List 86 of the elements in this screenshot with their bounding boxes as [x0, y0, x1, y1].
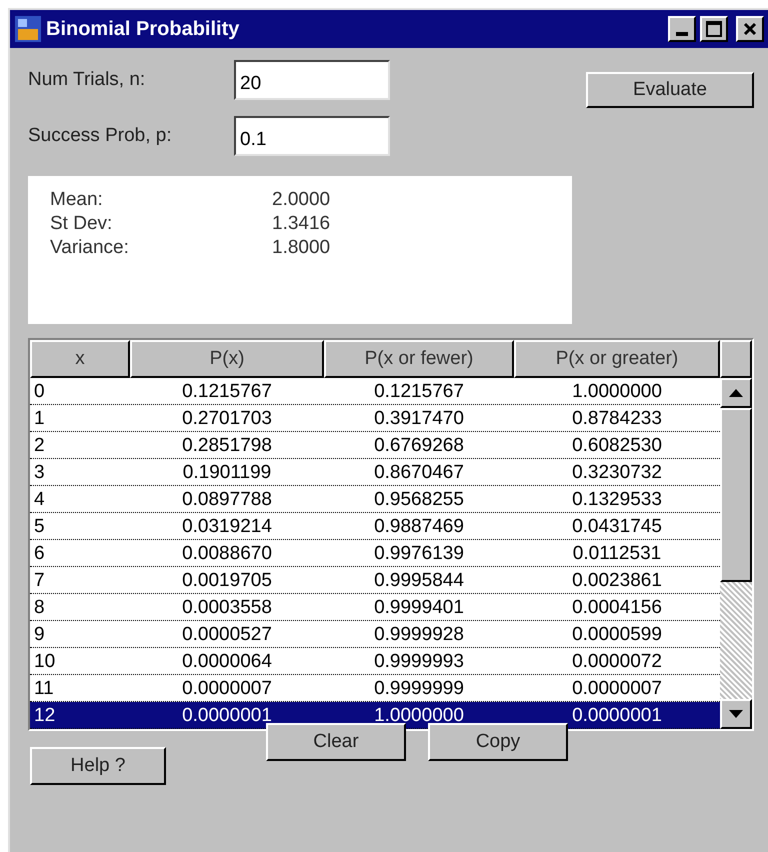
- table-row[interactable]: 12 0.0000001 1.0000000 0.0000001: [30, 702, 720, 729]
- table-cell-text: 0.0000007: [571, 678, 663, 698]
- table-cell-text: 0.8784233: [571, 408, 663, 428]
- app-icon: [14, 15, 42, 43]
- table-cell-text: 0.1901199: [182, 462, 272, 482]
- minimize-button[interactable]: [668, 16, 696, 42]
- minimize-icon: [676, 32, 688, 36]
- table-cell-text: 0.1215767: [373, 382, 465, 400]
- column-header[interactable]: P(x): [130, 340, 324, 378]
- scrollbar[interactable]: [720, 378, 752, 729]
- window-title: Binomial Probability: [46, 17, 240, 42]
- maximize-button[interactable]: [700, 16, 728, 42]
- column-header[interactable]: x: [30, 340, 130, 378]
- table-cell-text: 6: [33, 544, 46, 562]
- table-cell-text: 0.0000001: [571, 706, 663, 724]
- table-cell-text: 0.0000599: [571, 624, 663, 644]
- column-header[interactable]: P(x or greater): [514, 340, 720, 378]
- table-cell-text: 5: [33, 516, 46, 536]
- table-cell-text: 3: [33, 462, 46, 482]
- table-cell-text: 9: [33, 624, 46, 644]
- column-header[interactable]: P(x or fewer): [324, 340, 514, 378]
- up-arrow-icon: [729, 389, 743, 397]
- table-cell-text: 8: [33, 598, 46, 616]
- close-icon: [743, 22, 757, 36]
- stat-label: St Dev:: [50, 212, 114, 236]
- table-cell-text: 0.0897788: [181, 490, 273, 508]
- field-label: Num Trials, n:: [28, 68, 146, 92]
- table-cell-text: 0.8670467: [373, 462, 465, 482]
- table-cell-text: 0.6082530: [571, 436, 663, 454]
- table-cell-text: 0.0023861: [571, 570, 663, 590]
- table-cell-text: 0.0000007: [181, 678, 273, 698]
- table-cell-text: 0.6769268: [373, 436, 465, 454]
- table-cell-text: 0.0000527: [181, 624, 273, 644]
- stat-value: 1.3416: [272, 212, 330, 236]
- evaluate-button[interactable]: Evaluate: [586, 72, 754, 108]
- scroll-up-button[interactable]: [720, 378, 752, 408]
- table-cell-text: 0.0112531: [572, 544, 662, 562]
- table-cell-text: 0.9999999: [373, 678, 465, 698]
- table-cell-text: 0.9887469: [373, 516, 465, 536]
- table-cell-text: 7: [33, 570, 46, 590]
- table-cell-text: 0.9999928: [373, 624, 465, 644]
- stat-value: 2.0000: [272, 188, 330, 212]
- stat-label: Variance:: [50, 236, 130, 260]
- table-cell-text: 1.0000000: [373, 706, 465, 724]
- table-cell-text: 0.0000001: [181, 706, 273, 724]
- table-cell-text: 12: [33, 706, 56, 724]
- table-cell-text: 0.0431745: [571, 516, 663, 536]
- field-label: Success Prob, p:: [28, 124, 173, 148]
- table-cell-text: 0.0019705: [181, 570, 273, 590]
- table-cell-text: 10: [33, 652, 56, 670]
- close-button[interactable]: [736, 16, 764, 42]
- table-cell-text: 0.0003558: [181, 598, 273, 616]
- table-cell-text: 0.9568255: [373, 490, 465, 508]
- action-button[interactable]: Clear: [266, 723, 406, 761]
- table-cell-text: 1.0000000: [571, 382, 663, 400]
- stat-label: Mean:: [50, 188, 104, 212]
- table-cell-text: 0.0319214: [181, 516, 273, 536]
- table-cell-text: 0.0000072: [571, 652, 663, 670]
- table-cell-text: 0.9999993: [373, 652, 465, 670]
- scroll-thumb[interactable]: [720, 408, 752, 582]
- table-cell-text: 0.2851798: [181, 436, 273, 454]
- table-cell-text: 0.0004156: [571, 598, 663, 616]
- scroll-down-button[interactable]: [720, 699, 752, 729]
- action-button[interactable]: Copy: [428, 723, 568, 761]
- stat-value: 1.8000: [272, 236, 330, 260]
- maximize-icon: [706, 21, 722, 37]
- input-field[interactable]: 20: [234, 60, 390, 100]
- table-cell-text: 1: [33, 408, 46, 428]
- table-cell-text: 4: [33, 490, 46, 508]
- table-cell-text: 0.0000064: [181, 652, 273, 670]
- table-cell-text: 0.9999401: [373, 598, 465, 616]
- table-cell-text: 0.9976139: [373, 544, 465, 562]
- table-cell-text: 0.1329533: [571, 490, 663, 508]
- table-cell-text: 0.1215767: [181, 382, 273, 400]
- table-cell-text: 0: [33, 382, 46, 400]
- table-cell-text: 0.3917470: [373, 408, 465, 428]
- input-field[interactable]: 0.1: [234, 116, 390, 156]
- help-button[interactable]: Help ?: [30, 747, 166, 785]
- table-cell-text: 2: [33, 436, 46, 454]
- table-cell-text: 0.3230732: [571, 462, 663, 482]
- table-cell-text: 11: [33, 678, 55, 698]
- down-arrow-icon: [729, 710, 743, 718]
- table-cell-text: 0.9995844: [373, 570, 465, 590]
- header-corner: [720, 340, 752, 378]
- table-cell-text: 0.2701703: [181, 408, 273, 428]
- table-cell-text: 0.0088670: [181, 544, 273, 562]
